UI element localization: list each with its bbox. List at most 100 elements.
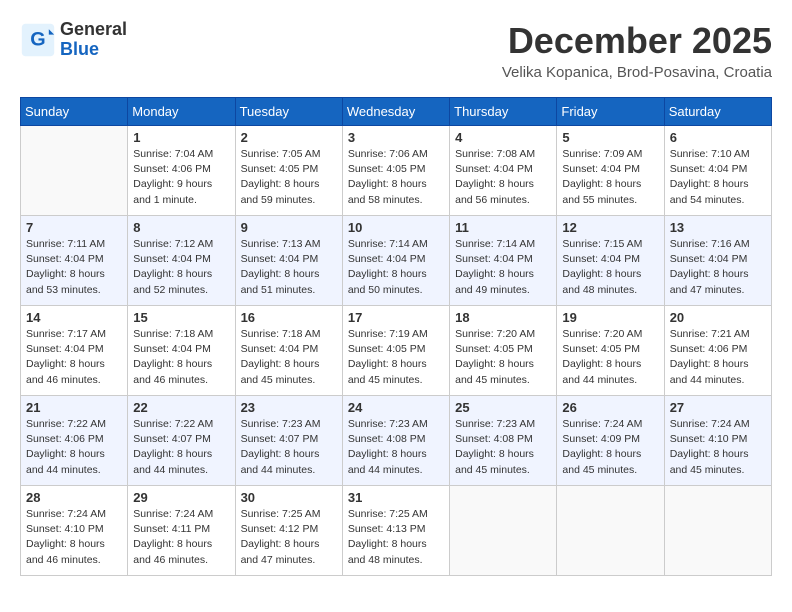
day-info: Sunrise: 7:14 AM Sunset: 4:04 PM Dayligh… [348,237,444,298]
calendar-day-cell: 5 Sunrise: 7:09 AM Sunset: 4:04 PM Daylig… [557,126,664,216]
calendar-day-cell: 20 Sunrise: 7:21 AM Sunset: 4:06 PM Dayli… [664,306,771,396]
calendar-day-cell: 18Sunrise: 7:20 AM Sunset: 4:05 PM Dayli… [450,306,557,396]
day-number: 5 [562,130,658,145]
day-info: Sunrise: 7:12 AM Sunset: 4:04 PM Dayligh… [133,237,229,298]
calendar-week-row: 21Sunrise: 7:22 AM Sunset: 4:06 PM Dayli… [21,396,772,486]
day-number: 8 [133,220,229,235]
day-number: 27 [670,400,766,415]
day-number: 29 [133,490,229,505]
page-header: G General Blue December 2025 Velika Kopa… [20,20,772,81]
day-number: 25 [455,400,551,415]
calendar-day-cell: 14 Sunrise: 7:17 AM Sunset: 4:04 PM Dayli… [21,306,128,396]
day-number: 28 [26,490,122,505]
day-info: Sunrise: 7:18 AM Sunset: 4:04 PM Dayligh… [241,327,337,388]
day-number: 26 [562,400,658,415]
day-info: Sunrise: 7:08 AM Sunset: 4:04 PM Dayligh… [455,147,551,208]
calendar-day-cell: 23Sunrise: 7:23 AM Sunset: 4:07 PM Dayli… [235,396,342,486]
day-info: Sunrise: 7:09 AM Sunset: 4:04 PM Dayligh… [562,147,658,208]
day-info: Sunrise: 7:19 AM Sunset: 4:05 PM Dayligh… [348,327,444,388]
day-info: Sunrise: 7:18 AM Sunset: 4:04 PM Dayligh… [133,327,229,388]
weekday-header: Tuesday [235,98,342,126]
weekday-header-row: SundayMondayTuesdayWednesdayThursdayFrid… [21,98,772,126]
day-info: Sunrise: 7:24 AM Sunset: 4:09 PM Dayligh… [562,417,658,478]
day-info: Sunrise: 7:24 AM Sunset: 4:10 PM Dayligh… [26,507,122,568]
calendar-day-cell: 4Sunrise: 7:08 AM Sunset: 4:04 PM Daylig… [450,126,557,216]
day-info: Sunrise: 7:17 AM Sunset: 4:04 PM Dayligh… [26,327,122,388]
day-number: 18 [455,310,551,325]
calendar-day-cell: 21Sunrise: 7:22 AM Sunset: 4:06 PM Dayli… [21,396,128,486]
calendar-day-cell: 9 Sunrise: 7:13 AM Sunset: 4:04 PM Daylig… [235,216,342,306]
day-number: 6 [670,130,766,145]
calendar-day-cell: 27 Sunrise: 7:24 AM Sunset: 4:10 PM Dayli… [664,396,771,486]
weekday-header: Sunday [21,98,128,126]
weekday-header: Monday [128,98,235,126]
calendar-day-cell [21,126,128,216]
weekday-header: Wednesday [342,98,449,126]
day-info: Sunrise: 7:24 AM Sunset: 4:10 PM Dayligh… [670,417,766,478]
calendar-day-cell: 10Sunrise: 7:14 AM Sunset: 4:04 PM Dayli… [342,216,449,306]
day-number: 2 [241,130,337,145]
calendar-day-cell: 31 Sunrise: 7:25 AM Sunset: 4:13 PM Dayli… [342,486,449,576]
day-info: Sunrise: 7:24 AM Sunset: 4:11 PM Dayligh… [133,507,229,568]
calendar-day-cell [664,486,771,576]
calendar-table: SundayMondayTuesdayWednesdayThursdayFrid… [20,97,772,576]
calendar-week-row: 28 Sunrise: 7:24 AM Sunset: 4:10 PM Dayli… [21,486,772,576]
logo: G General Blue [20,20,127,60]
day-info: Sunrise: 7:22 AM Sunset: 4:06 PM Dayligh… [26,417,122,478]
day-number: 19 [562,310,658,325]
calendar-day-cell [450,486,557,576]
day-number: 13 [670,220,766,235]
day-info: Sunrise: 7:14 AM Sunset: 4:04 PM Dayligh… [455,237,551,298]
calendar-day-cell: 7 Sunrise: 7:11 AM Sunset: 4:04 PM Daylig… [21,216,128,306]
day-number: 14 [26,310,122,325]
day-info: Sunrise: 7:06 AM Sunset: 4:05 PM Dayligh… [348,147,444,208]
calendar-week-row: 14 Sunrise: 7:17 AM Sunset: 4:04 PM Dayli… [21,306,772,396]
calendar-day-cell: 24 Sunrise: 7:23 AM Sunset: 4:08 PM Dayli… [342,396,449,486]
day-info: Sunrise: 7:21 AM Sunset: 4:06 PM Dayligh… [670,327,766,388]
month-title: December 2025 [502,20,772,62]
day-info: Sunrise: 7:16 AM Sunset: 4:04 PM Dayligh… [670,237,766,298]
calendar-day-cell: 25 Sunrise: 7:23 AM Sunset: 4:08 PM Dayli… [450,396,557,486]
calendar-day-cell: 15 Sunrise: 7:18 AM Sunset: 4:04 PM Dayli… [128,306,235,396]
calendar-day-cell: 29 Sunrise: 7:24 AM Sunset: 4:11 PM Dayli… [128,486,235,576]
day-info: Sunrise: 7:23 AM Sunset: 4:07 PM Dayligh… [241,417,337,478]
calendar-day-cell [557,486,664,576]
calendar-week-row: 1 Sunrise: 7:04 AM Sunset: 4:06 PM Daylig… [21,126,772,216]
day-number: 16 [241,310,337,325]
day-info: Sunrise: 7:23 AM Sunset: 4:08 PM Dayligh… [455,417,551,478]
day-number: 31 [348,490,444,505]
logo-text: General Blue [60,20,127,60]
day-number: 1 [133,130,229,145]
day-number: 15 [133,310,229,325]
day-number: 11 [455,220,551,235]
day-info: Sunrise: 7:25 AM Sunset: 4:13 PM Dayligh… [348,507,444,568]
day-info: Sunrise: 7:05 AM Sunset: 4:05 PM Dayligh… [241,147,337,208]
calendar-day-cell: 26 Sunrise: 7:24 AM Sunset: 4:09 PM Dayli… [557,396,664,486]
calendar-week-row: 7 Sunrise: 7:11 AM Sunset: 4:04 PM Daylig… [21,216,772,306]
calendar-day-cell: 17Sunrise: 7:19 AM Sunset: 4:05 PM Dayli… [342,306,449,396]
day-number: 9 [241,220,337,235]
logo-blue-text: Blue [60,40,127,60]
day-number: 7 [26,220,122,235]
calendar-day-cell: 12Sunrise: 7:15 AM Sunset: 4:04 PM Dayli… [557,216,664,306]
day-info: Sunrise: 7:04 AM Sunset: 4:06 PM Dayligh… [133,147,229,208]
calendar-day-cell: 8 Sunrise: 7:12 AM Sunset: 4:04 PM Daylig… [128,216,235,306]
day-number: 20 [670,310,766,325]
day-info: Sunrise: 7:22 AM Sunset: 4:07 PM Dayligh… [133,417,229,478]
day-info: Sunrise: 7:13 AM Sunset: 4:04 PM Dayligh… [241,237,337,298]
weekday-header: Saturday [664,98,771,126]
day-info: Sunrise: 7:11 AM Sunset: 4:04 PM Dayligh… [26,237,122,298]
calendar-day-cell: 6Sunrise: 7:10 AM Sunset: 4:04 PM Daylig… [664,126,771,216]
weekday-header: Thursday [450,98,557,126]
logo-icon: G [20,22,56,58]
calendar-day-cell: 3 Sunrise: 7:06 AM Sunset: 4:05 PM Daylig… [342,126,449,216]
day-number: 3 [348,130,444,145]
svg-text:G: G [30,28,45,50]
location: Velika Kopanica, Brod-Posavina, Croatia [502,64,772,81]
day-info: Sunrise: 7:20 AM Sunset: 4:05 PM Dayligh… [562,327,658,388]
weekday-header: Friday [557,98,664,126]
day-number: 30 [241,490,337,505]
calendar-day-cell: 22Sunrise: 7:22 AM Sunset: 4:07 PM Dayli… [128,396,235,486]
day-info: Sunrise: 7:23 AM Sunset: 4:08 PM Dayligh… [348,417,444,478]
day-number: 24 [348,400,444,415]
